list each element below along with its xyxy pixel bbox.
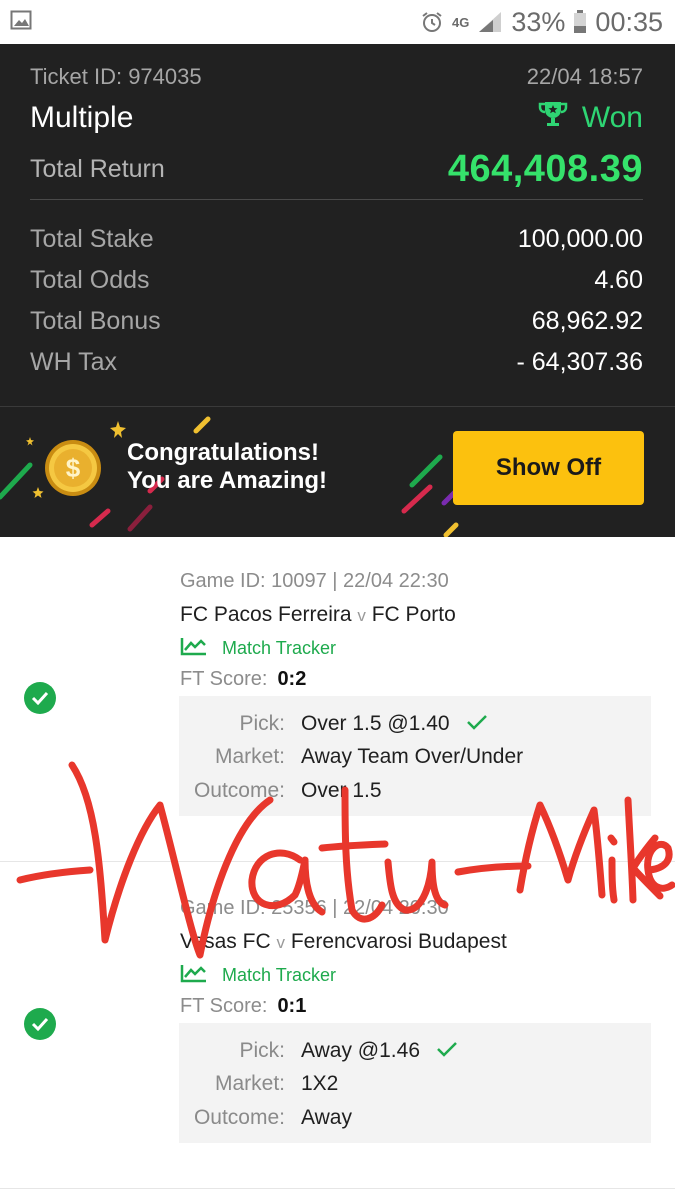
ft-score-label: FT Score: [180, 995, 268, 1017]
bet-type: Multiple [30, 101, 134, 134]
versus-separator: v [357, 606, 366, 625]
match-tracker-link[interactable]: Match Tracker [180, 636, 336, 661]
signal-icon [477, 10, 503, 34]
chart-line-icon [180, 963, 208, 988]
outcome-value: Over 1.5 [301, 779, 382, 802]
match-name: Vasas FC v Ferencvarosi Budapest [180, 930, 507, 954]
selection-card: Game ID: 10097 | 22/04 22:30 FC Pacos Fe… [0, 536, 675, 861]
stat-label: WH Tax [30, 348, 118, 376]
match-tracker-link[interactable]: Match Tracker [180, 963, 336, 988]
away-team: FC Porto [371, 603, 456, 626]
status-badge: Won [538, 100, 643, 136]
status-bar: 4G 33% 00:35 [0, 0, 675, 44]
game-id: Game ID: 25356 | 22/04 20:30 [180, 897, 449, 919]
ticket-id: Ticket ID: 974035 [30, 64, 202, 89]
stat-value: 100,000.00 [517, 225, 643, 253]
checkmark-icon [436, 1039, 458, 1063]
total-return-label: Total Return [30, 155, 165, 183]
gallery-notification-icon [10, 9, 32, 36]
battery-percent: 33% [511, 6, 566, 37]
stat-label: Total Stake [30, 225, 154, 253]
checkmark-icon [466, 712, 488, 736]
ft-score: FT Score: 0:2 [180, 668, 306, 691]
pick-details: Pick: Away @1.46 Market: 1X2 Outcome: Aw… [179, 1023, 651, 1143]
game-id: Game ID: 10097 | 22/04 22:30 [180, 570, 449, 592]
chart-line-icon [180, 636, 208, 661]
congrats-banner: $ Congratulations! You are Amazing! Show… [0, 406, 675, 537]
match-name: FC Pacos Ferreira v FC Porto [180, 603, 456, 627]
market-label: Market: [214, 1072, 285, 1095]
congrats-line2: You are Amazing! [127, 467, 328, 494]
pick-value: Over 1.5 @1.40 [301, 712, 450, 735]
stat-value: 68,962.92 [531, 307, 643, 335]
pick-details: Pick: Over 1.5 @1.40 Market: Away Team O… [179, 696, 651, 816]
network-type: 4G [452, 14, 470, 30]
outcome-value: Away [301, 1106, 352, 1129]
alarm-icon [420, 10, 444, 34]
divider [30, 199, 643, 200]
outcome-label: Outcome: [193, 779, 285, 802]
check-circle-icon [24, 1008, 56, 1040]
pick-label: Pick: [239, 712, 285, 735]
ticket-summary: Ticket ID: 974035 22/04 18:57 Multiple W… [0, 44, 675, 406]
stat-value: - 64,307.36 [516, 348, 644, 376]
stat-total-stake: Total Stake 100,000.00 [30, 225, 643, 254]
home-team: Vasas FC [180, 930, 271, 953]
gold-coin-icon: $ [44, 439, 102, 502]
clock: 00:35 [595, 6, 663, 37]
ft-score-label: FT Score: [180, 668, 268, 690]
show-off-button[interactable]: Show Off [453, 431, 644, 505]
away-team: Ferencvarosi Budapest [290, 930, 507, 953]
ft-score-value: 0:2 [277, 668, 307, 690]
battery-icon [573, 10, 587, 34]
match-tracker-label: Match Tracker [222, 638, 337, 658]
check-circle-icon [24, 682, 56, 714]
versus-separator: v [276, 933, 285, 952]
divider [0, 1188, 675, 1189]
trophy-icon [538, 100, 568, 136]
pick-value: Away @1.46 [301, 1039, 420, 1062]
outcome-label: Outcome: [193, 1106, 285, 1129]
stat-wh-tax: WH Tax - 64,307.36 [30, 348, 643, 377]
market-value: 1X2 [301, 1072, 339, 1095]
home-team: FC Pacos Ferreira [180, 603, 352, 626]
stat-value: 4.60 [594, 266, 643, 294]
ft-score-value: 0:1 [277, 995, 307, 1017]
congrats-text: Congratulations! You are Amazing! [127, 439, 327, 495]
ticket-datetime: 22/04 18:57 [526, 64, 643, 89]
pick-label: Pick: [239, 1039, 285, 1062]
market-value: Away Team Over/Under [301, 745, 524, 768]
congrats-line1: Congratulations! [127, 439, 319, 466]
market-label: Market: [214, 745, 285, 768]
selection-card: Game ID: 25356 | 22/04 20:30 Vasas FC v … [0, 862, 675, 1187]
ft-score: FT Score: 0:1 [180, 995, 306, 1018]
stat-label: Total Odds [30, 266, 150, 294]
stat-total-bonus: Total Bonus 68,962.92 [30, 307, 643, 336]
stat-label: Total Bonus [30, 307, 161, 335]
svg-text:$: $ [66, 453, 81, 483]
stat-total-odds: Total Odds 4.60 [30, 266, 643, 295]
match-tracker-label: Match Tracker [222, 965, 337, 985]
total-return-value: 464,408.39 [447, 148, 643, 190]
status-label: Won [581, 101, 643, 134]
